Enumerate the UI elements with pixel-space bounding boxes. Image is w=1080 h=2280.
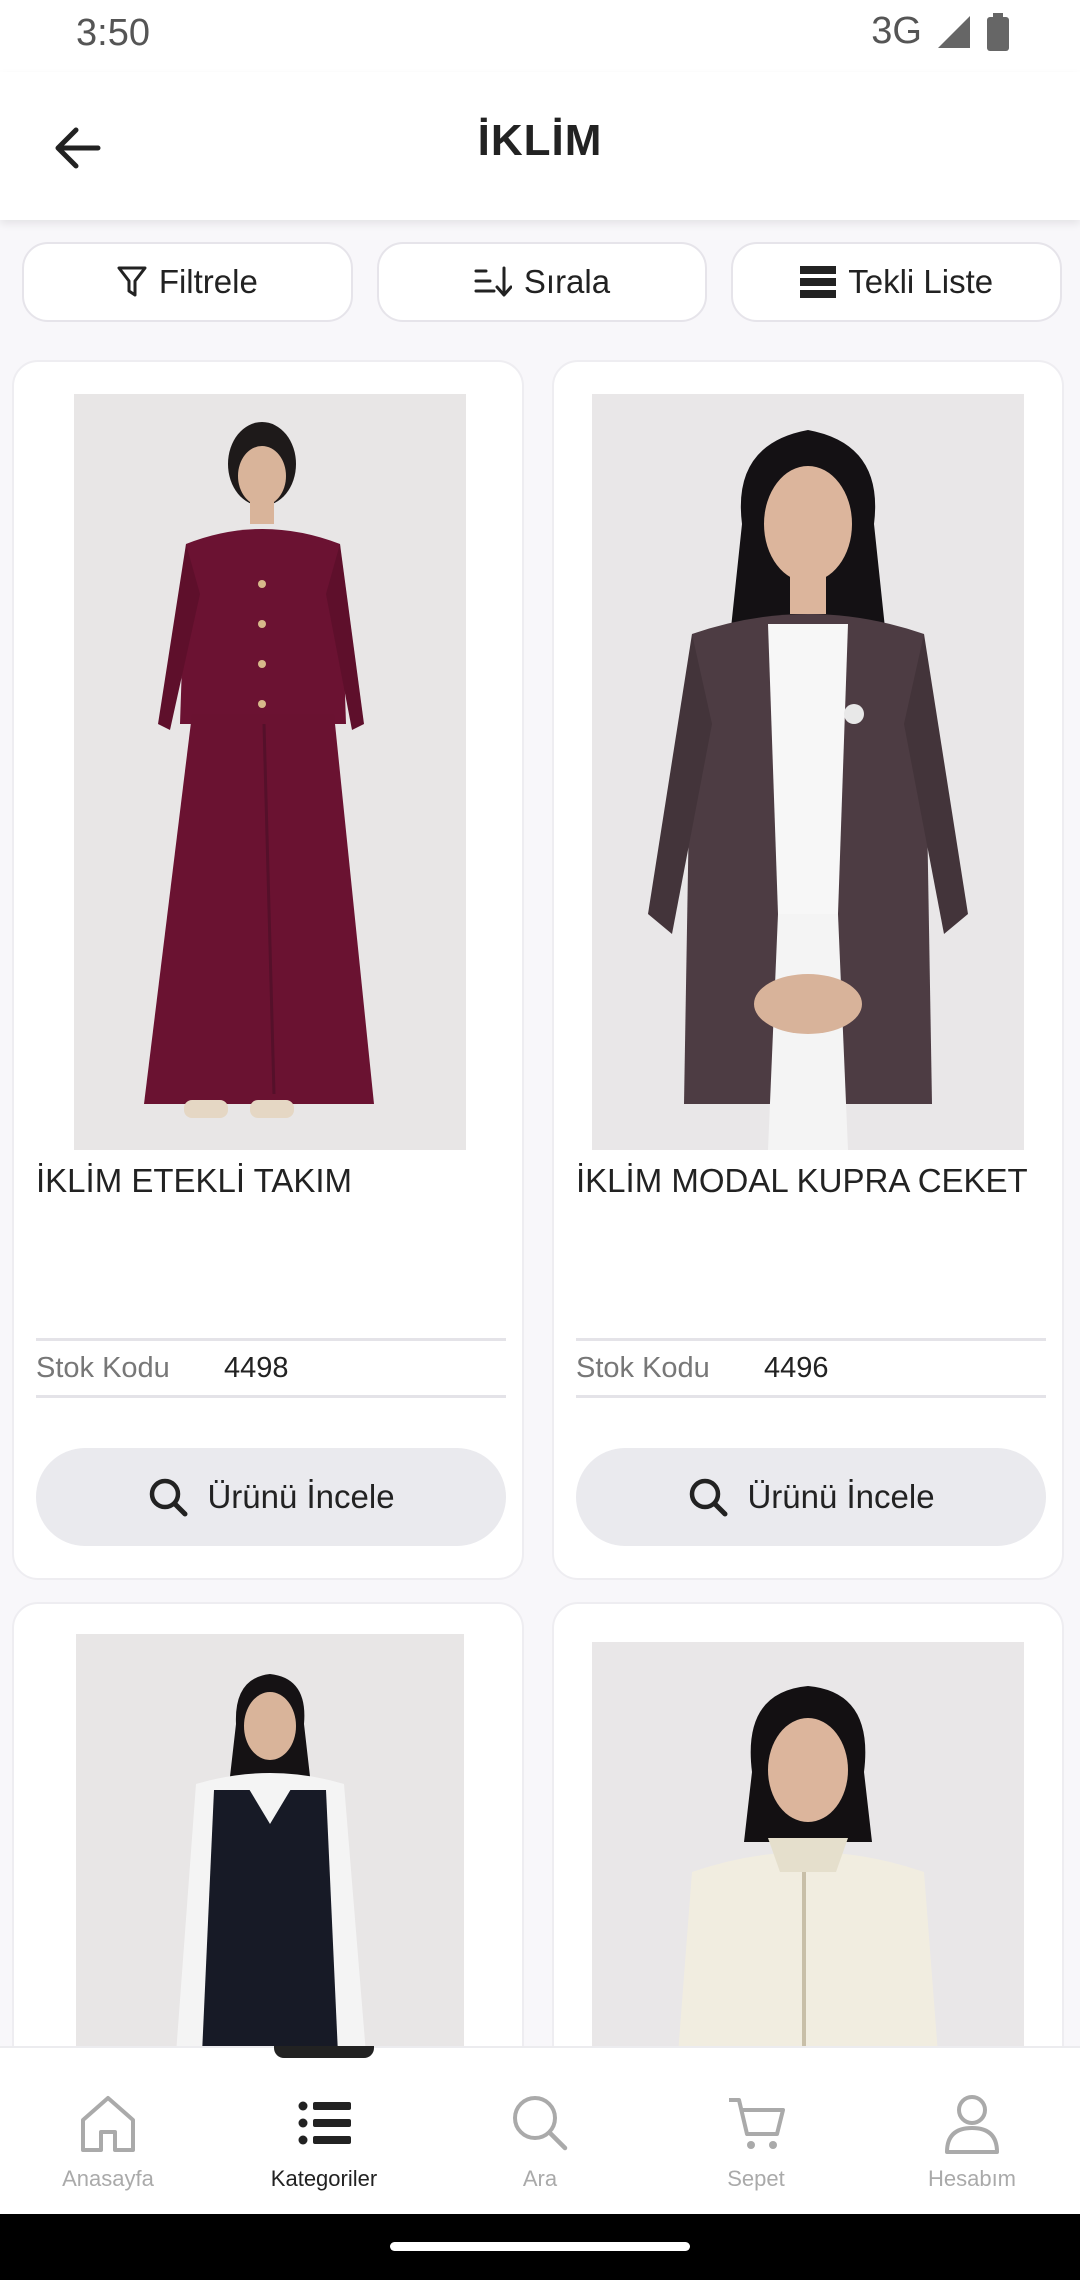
user-icon [945, 2095, 999, 2154]
search-icon [690, 1478, 728, 1517]
product-photo-illustration [592, 1642, 1024, 2054]
sort-button[interactable]: Sırala [376, 242, 708, 322]
active-tab-indicator [274, 2046, 374, 2058]
product-photo-illustration [76, 1634, 464, 2054]
stock-code-label: Stok Kodu [576, 1351, 710, 1384]
product-card[interactable] [12, 1602, 524, 2082]
product-name[interactable]: İKLİM MODAL KUPRA CEKET [576, 1162, 1046, 1200]
nav-label-search: Ara [522, 2166, 558, 2191]
product-photo-illustration [592, 394, 1024, 1150]
cart-icon [729, 2098, 785, 2149]
inspect-product-button[interactable]: Ürünü İncele [576, 1448, 1046, 1546]
nav-item-categories[interactable]: Kategoriler [216, 2048, 432, 2216]
filter-button[interactable]: Filtrele [22, 242, 353, 322]
nav-label-home: Anasayfa [62, 2166, 154, 2191]
battery-icon [987, 12, 1009, 51]
view-toggle-button[interactable]: Tekli Liste [731, 242, 1063, 322]
nav-item-account[interactable]: Hesabım [864, 2048, 1080, 2216]
nav-label-categories: Kategoriler [270, 2166, 378, 2191]
nav-item-cart[interactable]: Sepet [648, 2048, 864, 2216]
product-image[interactable] [74, 394, 466, 1150]
app-bar: İKLİM [0, 72, 1080, 220]
sort-label: Sırala [523, 263, 611, 300]
sort-icon [474, 266, 512, 297]
list-icon [298, 2101, 351, 2145]
filter-icon [117, 266, 147, 297]
filter-toolbar: Filtrele Sırala Tekli Liste [22, 242, 1063, 326]
product-name[interactable]: İKLİM ETEKLİ TAKIM [36, 1162, 506, 1200]
nav-item-search[interactable]: Ara [432, 2048, 648, 2216]
product-image[interactable] [592, 1642, 1024, 2054]
status-time: 3:50 [76, 12, 150, 54]
nav-item-home[interactable]: Anasayfa [0, 2048, 216, 2216]
inspect-product-label: Ürünü İncele [207, 1478, 395, 1515]
search-icon [150, 1478, 188, 1517]
status-icons: 3G [871, 10, 1010, 53]
product-card[interactable]: İKLİM ETEKLİ TAKIM Stok Kodu 4498 Ürünü … [12, 360, 524, 1580]
search-icon [513, 2096, 568, 2151]
view-label: Tekli Liste [848, 263, 994, 300]
stock-code-label: Stok Kodu [36, 1351, 170, 1384]
network-type: 3G [871, 10, 922, 52]
product-image[interactable] [592, 394, 1024, 1150]
nav-label-account: Hesabım [927, 2166, 1017, 2191]
home-gesture-bar[interactable] [390, 2242, 690, 2251]
product-image[interactable] [76, 1634, 464, 2054]
stock-code-value: 4496 [764, 1351, 829, 1384]
product-photo-illustration [74, 394, 466, 1150]
home-icon [81, 2096, 135, 2152]
page-title: İKLİM [477, 116, 603, 165]
product-card[interactable] [552, 1602, 1064, 2082]
bottom-navigation: Anasayfa Kategoriler Ara Sepet Hesabım [0, 2046, 1080, 2216]
single-list-icon [800, 266, 837, 298]
status-bar: 3:50 3G [0, 0, 1080, 72]
filter-label: Filtrele [158, 263, 258, 300]
stock-code-row: Stok Kodu 4498 [36, 1338, 506, 1398]
signal-icon [938, 15, 970, 48]
product-card[interactable]: İKLİM MODAL KUPRA CEKET Stok Kodu 4496 Ü… [552, 360, 1064, 1580]
nav-label-cart: Sepet [727, 2166, 785, 2191]
stock-code-row: Stok Kodu 4496 [576, 1338, 1046, 1398]
inspect-product-button[interactable]: Ürünü İncele [36, 1448, 506, 1546]
inspect-product-label: Ürünü İncele [747, 1478, 935, 1515]
stock-code-value: 4498 [224, 1351, 289, 1384]
